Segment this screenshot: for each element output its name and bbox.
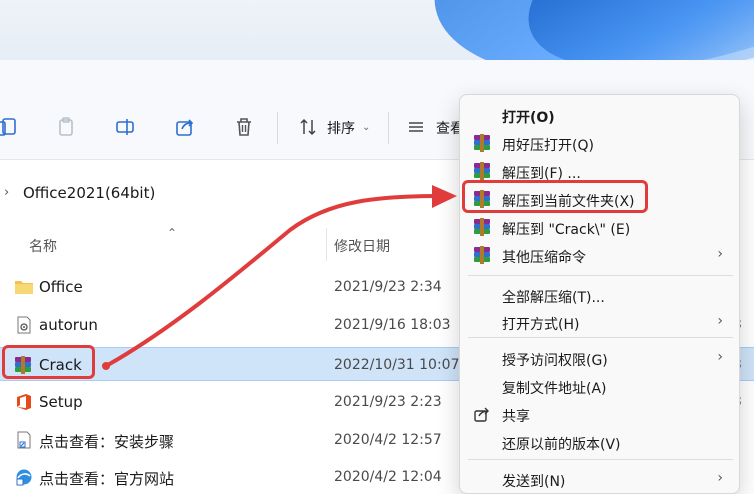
trash-icon (237, 118, 251, 136)
column-divider (326, 228, 327, 261)
menu-item-label: 解压到 "Crack\" (E) (502, 222, 631, 238)
menu-separator (468, 459, 733, 460)
menu-item-extract-to-crack[interactable]: 解压到 "Crack\" (E) (460, 213, 739, 241)
context-menu: 打开(O) 用好压打开(Q) 解压到(F) ... 解压到当前文件夹(X) 解压… (459, 94, 740, 494)
view-list-icon (409, 122, 423, 132)
breadcrumb-folder[interactable]: Office2021(64bit) (23, 184, 155, 202)
menu-item-label: 用好压打开(Q) (502, 138, 594, 154)
file-date: 2021/9/23 2:34 (334, 279, 442, 295)
file-name: 点击查看：安装步骤 (39, 433, 175, 451)
menu-item-share[interactable]: 共享 (460, 400, 739, 428)
chevron-right-icon: › (717, 349, 723, 365)
settings-file-icon (17, 316, 31, 334)
menu-item-open[interactable]: 打开(O) (460, 101, 739, 129)
paste-button[interactable] (52, 113, 80, 141)
column-header-date[interactable]: 修改日期 (334, 236, 390, 256)
file-name: 点击查看：官方网站 (39, 470, 175, 488)
delete-button[interactable] (230, 113, 258, 141)
rename-icon (116, 119, 134, 135)
chevron-right-icon: › (717, 470, 723, 486)
menu-item-label: 发送到(N) (502, 474, 566, 490)
highlight-box-crack (2, 345, 95, 379)
share-icon (474, 407, 489, 422)
menu-item-send-to[interactable]: 发送到(N) › (460, 465, 739, 493)
folder-icon (15, 281, 33, 294)
menu-item-extract-all[interactable]: 全部解压缩(T)... (460, 281, 739, 309)
menu-item-label: 复制文件地址(A) (502, 381, 607, 397)
menu-item-label: 还原以前的版本(V) (502, 437, 621, 453)
menu-item-open-with-haozip[interactable]: 用好压打开(Q) (460, 129, 739, 157)
file-date: 2020/4/2 12:57 (334, 432, 442, 448)
column-header-name[interactable]: 名称 (29, 236, 57, 256)
menu-item-grant-access[interactable]: 授予访问权限(G) › (460, 344, 739, 372)
file-name: Office (39, 278, 83, 296)
menu-item-label: 共享 (502, 409, 530, 425)
menu-separator (468, 275, 733, 276)
toolbar-divider (277, 112, 278, 144)
winrar-icon (473, 134, 491, 152)
copy-button[interactable] (0, 113, 22, 141)
winrar-icon (473, 218, 491, 236)
file-date: 2021/9/16 18:03 (334, 317, 451, 333)
file-date: 2021/9/23 2:23 (334, 394, 442, 410)
web-shortcut-icon (16, 469, 32, 486)
sort-label[interactable]: 排序 (327, 118, 355, 138)
share-button[interactable] (171, 113, 199, 141)
menu-separator (468, 337, 733, 338)
view-button[interactable] (402, 113, 430, 141)
sort-icon (300, 118, 316, 136)
paste-icon (59, 117, 73, 136)
file-name: autorun (39, 316, 98, 334)
file-date: 2022/10/31 10:07 (334, 357, 460, 373)
copy-icon (0, 118, 16, 136)
menu-item-copy-path[interactable]: 复制文件地址(A) (460, 372, 739, 400)
menu-item-label: 全部解压缩(T)... (502, 290, 605, 306)
winrar-icon (473, 162, 491, 180)
chevron-right-icon: › (717, 313, 723, 329)
menu-item-label: 其他压缩命令 (502, 250, 586, 266)
rename-button[interactable] (111, 113, 139, 141)
toolbar-divider (388, 112, 389, 144)
sort-ascending-icon: ⌃ (167, 226, 178, 240)
menu-item-label: 打开(O) (502, 110, 555, 126)
chevron-right-icon: › (4, 185, 10, 200)
menu-item-other-compress[interactable]: 其他压缩命令 › (460, 241, 739, 269)
file-name: Setup (39, 393, 83, 411)
office-icon (17, 394, 31, 410)
winrar-icon (473, 246, 491, 264)
menu-item-label: 授予访问权限(G) (502, 353, 608, 369)
menu-item-label: 打开方式(H) (502, 317, 580, 333)
desktop-wallpaper (0, 0, 754, 60)
menu-item-restore-previous[interactable]: 还原以前的版本(V) (460, 428, 739, 456)
chevron-down-icon: ⌄ (362, 122, 371, 133)
shortcut-file-icon (17, 431, 31, 449)
share-icon (176, 119, 194, 136)
file-date: 2020/4/2 12:04 (334, 469, 442, 485)
chevron-right-icon: › (717, 246, 723, 262)
menu-item-open-with[interactable]: 打开方式(H) › (460, 308, 739, 336)
sort-button[interactable] (294, 113, 322, 141)
highlight-box-extract-here (462, 180, 648, 213)
